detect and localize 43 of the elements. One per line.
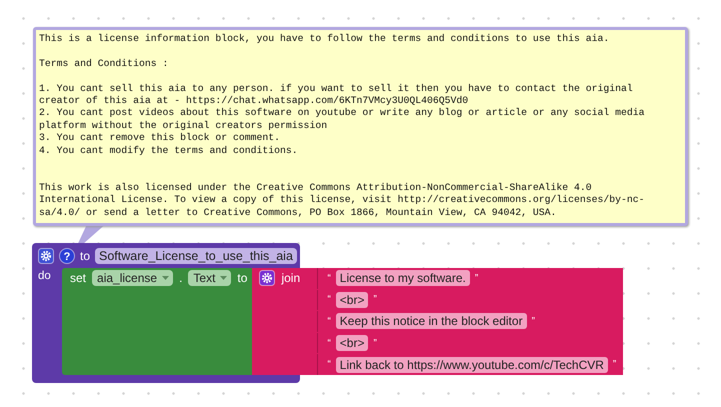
text-value[interactable]: Keep this notice in the block editor (336, 313, 527, 330)
quote-mark: ” (612, 359, 616, 370)
quote-mark: “ (327, 294, 331, 306)
component-dropdown[interactable]: aia_license (92, 270, 174, 286)
gear-icon[interactable] (259, 270, 276, 286)
set-block[interactable]: set aia_license . Text to (62, 268, 252, 375)
do-label: do (38, 269, 52, 284)
set-label: set (70, 271, 86, 285)
text-value[interactable]: <br> (336, 335, 368, 352)
join-label: join (281, 271, 300, 285)
comment-text: sa/4.0/ or send a letter to Creative Commons, PO Box 1866, Mountain View, CA 94042, USA. (39, 206, 556, 220)
dot-label: . (179, 271, 182, 285)
comment-text: creator of this aia at - https://chat.whatsapp.com/6KTn7VMcy3U0QL406Q5Vd0 (39, 95, 468, 108)
comment-text: This work is also licensed under the Creative Commons Attribution-NonCommercial-ShareAlike 4.0 (39, 182, 592, 194)
comment-text: Terms and Conditions : (39, 58, 168, 70)
join-block[interactable]: join “ License to my software. ” “ <br> ” “ Keep this notice in the block editor ” “ <br> ” “ Link back to https://www.youtube.com/c/TechCVR ” (252, 268, 624, 375)
dropdown-icon (162, 276, 170, 280)
comment-text: 2. You cant post videos about this software on youtube or write any blog or article or any social media (39, 107, 645, 120)
comment-text: 4. You cant modify the terms and conditions. (39, 144, 298, 158)
property-dropdown[interactable]: Text (188, 270, 232, 286)
comment-text: This is a license information block, you have to follow the terms and conditions to use this aia. (39, 33, 610, 46)
quote-mark: ” (474, 272, 478, 284)
help-icon[interactable]: ? (59, 248, 75, 264)
quote-mark: “ (327, 316, 331, 327)
quote-mark: “ (327, 338, 331, 349)
quote-mark: ” (373, 338, 377, 349)
dropdown-icon (220, 276, 228, 280)
comment-text: platform without the original creators permission (39, 120, 328, 132)
quote-mark: ” (532, 316, 535, 327)
quote-mark: “ (327, 359, 331, 370)
quote-mark: ” (373, 294, 377, 306)
keyword-label: to (80, 248, 90, 262)
comment-text: 1. You cant sell this aia to any person. if you want to sell it then you have to contact the original (39, 82, 633, 95)
comment-box[interactable] (33, 27, 688, 226)
quote-mark: “ (327, 272, 331, 284)
procedure-name-field[interactable]: Software_License_to_use_this_aia (95, 248, 297, 264)
to-label: to (237, 271, 248, 285)
text-value[interactable]: License to my software. (336, 270, 470, 286)
text-value[interactable]: Link back to https://www.youtube.com/c/TechCVR (336, 356, 608, 373)
comment-text: International License. To view a copy of this license, visit http://creativecommons.org/licenses/by-nc- (39, 194, 645, 207)
text-value[interactable]: <br> (336, 292, 368, 308)
gear-icon[interactable] (38, 248, 54, 264)
comment-text: 3. You cant remove this block or comment. (39, 132, 280, 145)
